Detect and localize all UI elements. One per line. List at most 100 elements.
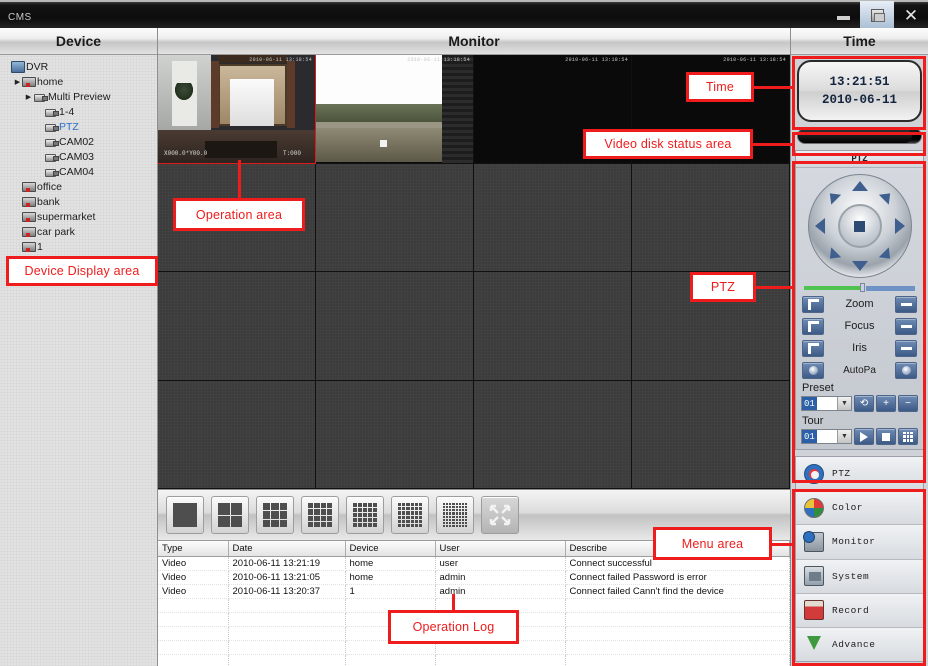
expand-arrow-icon[interactable]: ▶ xyxy=(24,93,33,101)
video-cell-15[interactable] xyxy=(474,380,632,489)
tree-item-ptz[interactable]: PTZ xyxy=(0,119,157,134)
focus-far-button[interactable] xyxy=(802,317,824,335)
maximize-button[interactable] xyxy=(860,1,894,29)
tree-item-dvr[interactable]: DVR xyxy=(0,59,157,74)
menu-item-system[interactable]: System xyxy=(796,559,923,594)
zoom-out-button[interactable] xyxy=(895,295,917,313)
video-scene-outdoor xyxy=(316,55,473,163)
tree-item-cam03[interactable]: CAM03 xyxy=(0,149,157,164)
menu-item-record[interactable]: Record xyxy=(796,593,923,628)
layout-1-button[interactable] xyxy=(166,496,204,534)
log-row[interactable]: Video 2010-06-11 13:20:37 1 admin Connect fa… xyxy=(158,584,790,599)
menu-item-advance[interactable]: Advance xyxy=(796,627,923,662)
video-cell-9[interactable] xyxy=(158,272,316,381)
ptz-down-left-icon[interactable] xyxy=(824,247,841,264)
log-cell-device: home xyxy=(345,556,436,571)
log-column-date[interactable]: Date xyxy=(228,541,346,557)
ptz-down-right-icon[interactable] xyxy=(878,247,895,264)
log-column-user[interactable]: User xyxy=(435,541,566,557)
grid-2x2-icon xyxy=(218,503,242,527)
log-empty-cell xyxy=(158,640,229,655)
layout-64-button[interactable] xyxy=(436,496,474,534)
ptz-speed-slider[interactable] xyxy=(804,283,915,292)
tree-item-car-park[interactable]: car park xyxy=(0,224,157,239)
video-cell-1[interactable]: 2010-06-11 13:18:54 X000.0*Y00.0 T:000 xyxy=(158,55,316,164)
tree-item-cam02[interactable]: CAM02 xyxy=(0,134,157,149)
layout-25-button[interactable] xyxy=(346,496,384,534)
tree-item-label: car park xyxy=(37,225,75,238)
tree-item-cam04[interactable]: CAM04 xyxy=(0,164,157,179)
chevron-down-icon[interactable]: ▼ xyxy=(837,397,851,410)
close-button[interactable]: ✕ xyxy=(894,1,928,29)
edit-tour-button[interactable] xyxy=(898,428,918,445)
fullscreen-button[interactable] xyxy=(481,496,519,534)
ptz-left-icon[interactable] xyxy=(814,218,825,234)
video-cell-8[interactable] xyxy=(632,163,790,272)
preset-select[interactable]: 01 ▼ xyxy=(801,396,852,411)
layout-9-button[interactable] xyxy=(256,496,294,534)
video-cell-16[interactable] xyxy=(632,380,790,489)
layout-36-button[interactable] xyxy=(391,496,429,534)
video-cell-14[interactable] xyxy=(316,380,474,489)
annotation-ptz: PTZ xyxy=(690,272,756,302)
ptz-up-left-icon[interactable] xyxy=(824,188,841,205)
layout-16-button[interactable] xyxy=(301,496,339,534)
log-cell-device: home xyxy=(345,570,436,585)
goto-preset-button[interactable]: ⟲ xyxy=(854,395,874,412)
zoom-in-button[interactable] xyxy=(802,295,824,313)
ptz-down-icon[interactable] xyxy=(851,261,868,271)
menu-item-monitor[interactable]: Monitor xyxy=(796,525,923,560)
video-cell-7[interactable] xyxy=(474,163,632,272)
menu-item-color[interactable]: Color xyxy=(796,491,923,526)
ptz-focus-label: Focus xyxy=(844,320,875,332)
ptz-right-icon[interactable] xyxy=(894,218,905,234)
iris-close-button[interactable] xyxy=(895,339,917,357)
autopan-start-button[interactable] xyxy=(802,361,824,379)
log-row[interactable]: Video 2010-06-11 13:21:05 home admin Connect… xyxy=(158,570,790,585)
annotation-time: Time xyxy=(686,72,754,102)
video-cell-13[interactable] xyxy=(158,380,316,489)
tree-item-label: 1-4 xyxy=(59,105,75,118)
video-cell-6[interactable] xyxy=(316,163,474,272)
stop-tour-button[interactable] xyxy=(876,428,896,445)
minimize-button[interactable] xyxy=(826,1,860,29)
ptz-up-icon[interactable] xyxy=(851,181,868,191)
ptz-up-right-icon[interactable] xyxy=(878,188,895,205)
tree-item-office[interactable]: office xyxy=(0,179,157,194)
start-tour-button[interactable] xyxy=(854,428,874,445)
tree-item-bank[interactable]: bank xyxy=(0,194,157,209)
add-preset-button[interactable]: + xyxy=(876,395,896,412)
video-timestamp: 2010-06-11 13:18:54 xyxy=(249,57,312,63)
log-column-device[interactable]: Device xyxy=(345,541,436,557)
tour-select[interactable]: 01 ▼ xyxy=(801,429,852,444)
expand-arrow-icon[interactable]: ▶ xyxy=(13,78,22,86)
tree-item-multi-preview[interactable]: ▶ Multi Preview xyxy=(0,89,157,104)
layout-4-button[interactable] xyxy=(211,496,249,534)
device-tree[interactable]: DVR ▶ home ▶ Multi Preview 1-4 PTZ CAM02 CAM03 CA… xyxy=(0,55,157,666)
iris-open-button[interactable] xyxy=(802,339,824,357)
delete-preset-button[interactable]: − xyxy=(898,395,918,412)
menu-item-label: Advance xyxy=(832,638,876,650)
focus-near-button[interactable] xyxy=(895,317,917,335)
grid-1x1-icon xyxy=(173,503,197,527)
video-cell-10[interactable] xyxy=(316,272,474,381)
tree-item-1[interactable]: 1 xyxy=(0,239,157,254)
tree-item-home[interactable]: ▶ home xyxy=(0,74,157,89)
ptz-joystick[interactable] xyxy=(807,174,912,278)
monitor-icon xyxy=(803,530,824,552)
menu-item-ptz[interactable]: PTZ xyxy=(796,457,923,492)
tree-item-1-4[interactable]: 1-4 xyxy=(0,104,157,119)
ptz-iris-label: Iris xyxy=(852,342,867,354)
tree-item-label: office xyxy=(37,180,62,193)
minus-icon xyxy=(900,346,912,350)
ptz-stop-button[interactable] xyxy=(837,204,882,248)
video-cell-2[interactable]: 2010-06-11 13:18:54 xyxy=(316,55,474,164)
autopan-stop-button[interactable] xyxy=(895,361,917,379)
video-cell-11[interactable] xyxy=(474,272,632,381)
chevron-down-icon[interactable]: ▼ xyxy=(837,430,851,443)
tree-item-supermarket[interactable]: supermarket xyxy=(0,209,157,224)
speed-slider-knob[interactable] xyxy=(859,283,865,292)
title-bar: CMS ✕ xyxy=(0,0,928,29)
log-column-type[interactable]: Type xyxy=(158,541,229,557)
tree-item-label: DVR xyxy=(26,60,49,73)
